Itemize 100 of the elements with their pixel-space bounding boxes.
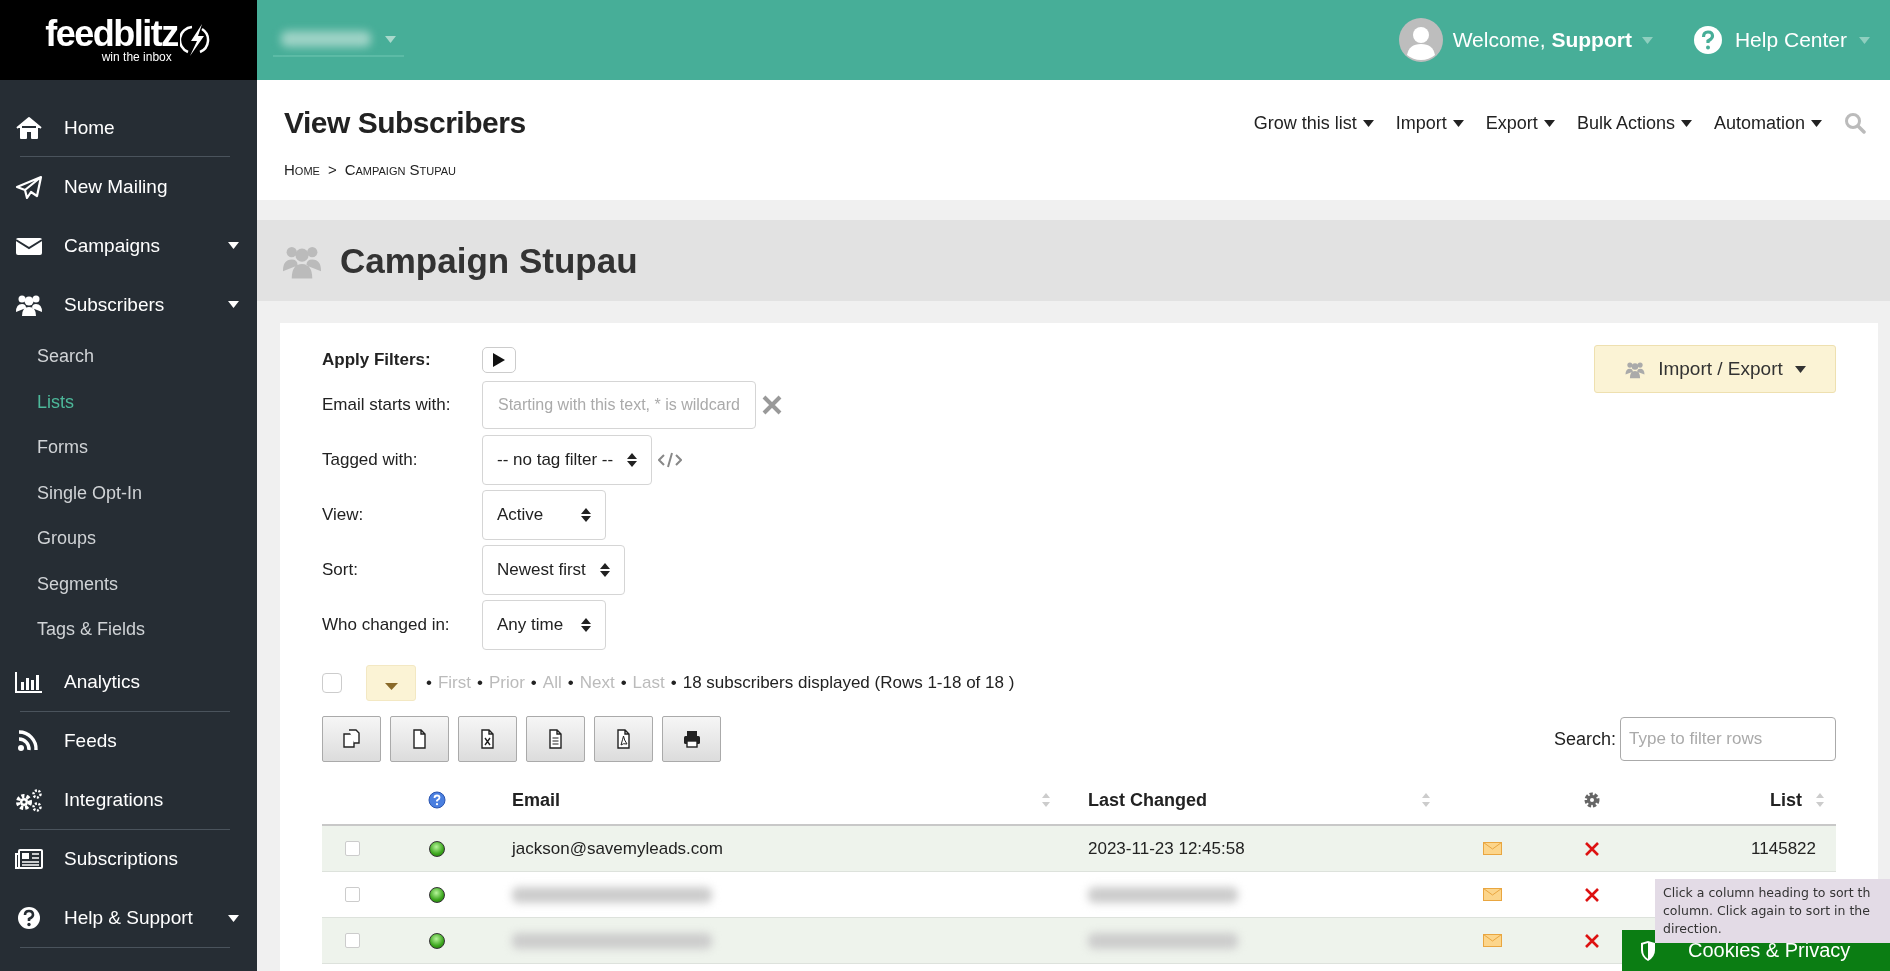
bullet: • [426,673,432,693]
table-row[interactable]: jackson@savemyleads.com 2023-11-23 12:45:58 1145822 [322,826,1836,872]
menu-dropdown[interactable]: Export [1485,112,1555,134]
sidebar-item[interactable]: New Mailing [0,157,257,216]
filter-label: Email starts with: [322,395,452,415]
menu-dropdown[interactable]: Automation [1713,112,1822,134]
caret-icon [228,242,239,249]
sort-arrows-icon [1042,792,1050,808]
envelope-icon[interactable] [1482,842,1502,855]
filter-label: Who changed in: [322,615,451,635]
logo-tagline: win the inbox [101,51,172,63]
gears-icon [14,787,44,813]
sort-arrows-icon [1422,792,1430,808]
export-button[interactable] [390,716,449,762]
column-header[interactable]: Email [512,789,561,811]
filter-dropdown[interactable]: Active [482,490,606,540]
search-field[interactable]: Type to filter rows [1620,717,1836,761]
caret-icon [1859,36,1870,44]
sidebar-item[interactable]: Analytics [0,652,257,712]
status-dot [429,932,445,949]
caret-icon [228,301,239,308]
filter-dropdown[interactable]: -- no tag filter -- [482,435,653,485]
avatar-icon[interactable] [1398,18,1443,62]
code-icon[interactable] [658,452,683,468]
sidebar-item[interactable]: Subscribers [0,275,257,334]
tooltip: Click a column heading to sort th column. Click again to sort in the direction. [1655,879,1890,943]
filter-dropdown[interactable]: Any time [482,600,606,650]
envelope-icon[interactable] [1482,934,1502,947]
up-down-arrows-icon [581,508,591,522]
search-icon[interactable] [1844,112,1866,134]
caret-icon [1811,119,1822,127]
row-checkbox[interactable] [344,887,360,902]
caret-icon [1680,119,1692,127]
email-filter-field[interactable]: Starting with this text, * is wildcard [482,381,756,429]
breadcrumb-separator: > [327,161,337,178]
sidebar-subitem[interactable]: Single Opt-In [0,470,257,516]
file-icon [410,729,429,749]
delete-icon[interactable] [1584,932,1600,949]
row-checkbox[interactable] [344,841,360,856]
row-checkbox[interactable] [344,933,360,948]
sidebar-item[interactable]: Feeds [0,711,257,771]
play-icon [493,353,505,367]
sidebar-item[interactable]: Home [0,98,257,157]
settings-icon[interactable] [1583,791,1601,809]
export-button[interactable] [526,716,585,762]
filter-label: Sort: [322,560,359,580]
caret-icon [1794,365,1806,373]
sidebar-item[interactable]: Campaigns [0,216,257,275]
caret-icon [1543,119,1555,127]
caret-icon [228,914,239,922]
bulk-select-dropdown[interactable] [366,665,416,701]
sidebar-item[interactable]: Integrations [0,770,257,830]
list-title: Campaign Stupau [340,240,638,281]
bullet: • [567,673,574,693]
breadcrumb-link[interactable]: Home [284,161,320,178]
caret-icon [1641,36,1653,44]
import-export-button[interactable]: Import / Export [1594,345,1836,393]
export-button[interactable] [662,716,721,762]
sidebar-subitem[interactable]: Tags & Fields [0,607,257,653]
caret-icon [384,683,398,690]
bullet: • [670,673,677,693]
column-header[interactable]: Last Changed [1088,789,1207,811]
caret-icon [385,35,396,43]
export-button[interactable] [458,716,517,762]
sort-arrows-icon [1816,792,1824,808]
help-icon[interactable] [428,791,446,809]
sidebar-item[interactable]: Subscriptions [0,829,257,889]
up-down-arrows-icon [599,563,610,577]
filter-dropdown[interactable]: Newest first [482,545,625,595]
text-file-icon [546,729,565,749]
export-button[interactable] [322,716,381,762]
menu-dropdown[interactable]: Import [1395,112,1464,134]
apply-filters-button[interactable] [482,347,516,373]
rows-summary: 18 subscribers displayed (Rows 1-18 of 18 ) [682,673,1015,693]
delete-icon[interactable] [1584,840,1600,857]
caret-icon [1362,119,1374,127]
bullet: • [620,673,627,693]
bullet: • [477,673,483,693]
column-header[interactable]: List [1770,789,1802,811]
paper-plane-icon [14,173,44,200]
sidebar-subitem[interactable]: Groups [0,516,257,562]
sidebar-subitem[interactable]: Lists [0,379,257,425]
export-button[interactable] [594,716,653,762]
shield-icon [1640,940,1656,961]
up-down-arrows-icon [627,453,638,467]
status-dot [429,886,445,903]
delete-icon[interactable] [1584,886,1600,903]
date-cell: 2023-11-23 12:45:58 [1088,838,1245,859]
select-all-checkbox[interactable] [322,673,342,693]
menu-dropdown[interactable]: Bulk Actions [1576,112,1692,134]
sidebar-item[interactable]: Help & Support [0,888,257,948]
breadcrumb-link[interactable]: Campaign Stupau [344,161,457,178]
sidebar-subitem[interactable]: Segments [0,561,257,607]
sidebar-subitem[interactable]: Forms [0,425,257,471]
menu-dropdown[interactable]: Grow this list [1253,112,1374,134]
bar-chart-icon [14,669,44,695]
filter-label: Tagged with: [322,450,419,470]
envelope-icon[interactable] [1482,888,1502,901]
sidebar-subitem[interactable]: Search [0,334,257,380]
clear-icon[interactable] [762,395,782,415]
